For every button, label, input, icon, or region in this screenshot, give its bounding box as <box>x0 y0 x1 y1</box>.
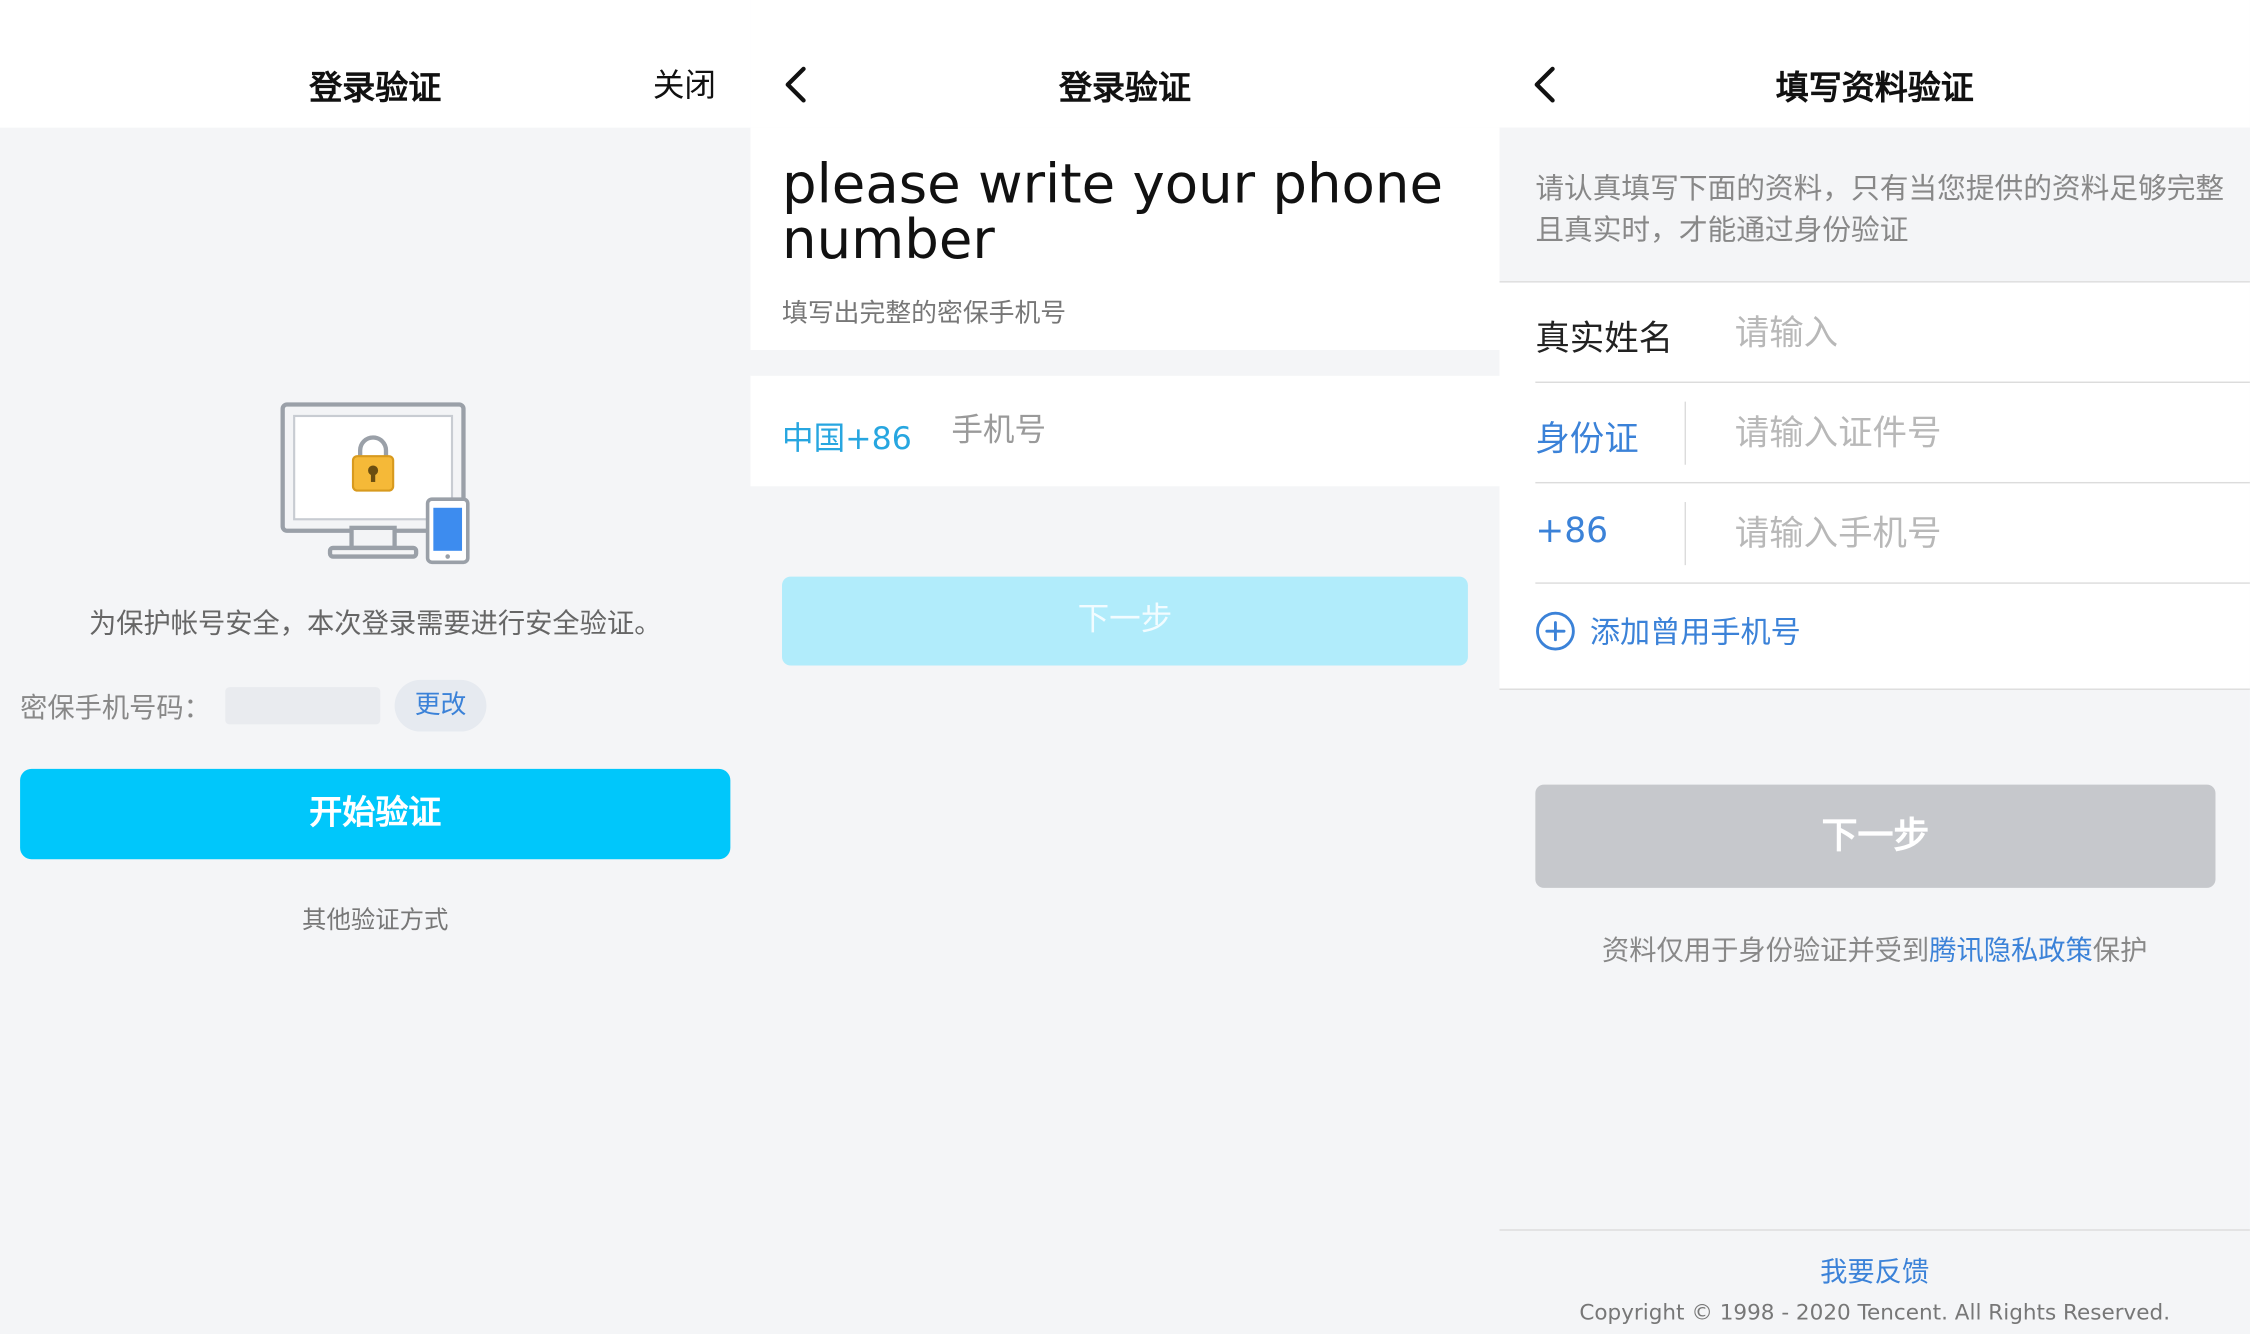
nav-bar: 登录验证 <box>750 0 1500 128</box>
next-step-button[interactable]: 下一步 <box>782 576 1468 666</box>
add-used-phone-button[interactable]: 添加曾用手机号 <box>1535 610 1801 653</box>
page-title: 登录验证 <box>1058 70 1191 108</box>
close-button[interactable]: 关闭 <box>653 60 716 106</box>
instruction-heading: please write your phone number <box>782 152 1444 272</box>
real-name-row: 真实姓名 <box>1535 283 2250 383</box>
phone-entry-screen: 登录验证 please write your phone number 填写出完… <box>750 0 1500 1334</box>
phone-row: +86 <box>1535 483 2250 584</box>
country-code-selector[interactable]: +86 <box>1535 511 1608 551</box>
privacy-suffix: 保护 <box>2092 935 2148 967</box>
phone-number-input[interactable] <box>1734 509 2209 558</box>
add-used-phone-label: 添加曾用手机号 <box>1589 615 1801 650</box>
id-number-row: 身份证 <box>1535 383 2250 484</box>
instruction-block: please write your phone number 填写出完整的密保手… <box>750 127 1500 350</box>
notice-text: 请认真填写下面的资料，只有当您提供的资料足够完整且真实时，才能通过身份验证 <box>1535 170 2225 247</box>
computer-lock-illustration <box>280 402 470 565</box>
page-title: 填写资料验证 <box>1775 70 1974 108</box>
next-step-button[interactable]: 下一步 <box>1535 784 2216 888</box>
divider <box>1684 502 1687 566</box>
phone-icon <box>425 497 470 565</box>
real-name-input[interactable] <box>1734 308 2209 358</box>
identity-form: 真实姓名 身份证 +86 添加曾用手机号 <box>1499 282 2250 690</box>
country-code-selector[interactable]: 中国+86 <box>782 413 912 459</box>
nav-bar: 登录验证 关闭 <box>0 0 751 128</box>
security-message: 为保护帐号安全，本次登录需要进行安全验证。 <box>88 608 662 640</box>
change-phone-button[interactable]: 更改 <box>394 679 487 732</box>
feedback-link[interactable]: 我要反馈 <box>1499 1251 2249 1290</box>
id-type-selector[interactable]: 身份证 <box>1535 410 1638 460</box>
privacy-notice: 资料仅用于身份验证并受到腾讯隐私政策保护 <box>1499 929 2249 968</box>
identity-info-screen: 填写资料验证 请认真填写下面的资料，只有当您提供的资料足够完整且真实时，才能通过… <box>1499 0 2250 1334</box>
masked-phone-number <box>225 687 381 725</box>
privacy-prefix: 资料仅用于身份验证并受到 <box>1602 935 1930 967</box>
page-title: 登录验证 <box>309 70 442 108</box>
real-name-label: 真实姓名 <box>1535 318 1674 359</box>
login-verify-screen: 登录验证 关闭 为保护帐号安全，本次登录需要进行安全验证。 密保手机号码： 更改 <box>0 0 751 1334</box>
id-number-input[interactable] <box>1734 408 2209 458</box>
other-verify-methods-link[interactable]: 其他验证方式 <box>0 899 750 936</box>
copyright-text: Copyright © 1998 - 2020 Tencent. All Rig… <box>1579 1299 2171 1326</box>
phone-label: 密保手机号码： <box>20 692 211 724</box>
instruction-subheading: 填写出完整的密保手机号 <box>782 298 1067 329</box>
footer: 我要反馈 Copyright © 1998 - 2020 Tencent. Al… <box>1499 1229 2250 1334</box>
start-verify-button[interactable]: 开始验证 <box>20 768 731 860</box>
plus-circle-icon <box>1536 611 1575 651</box>
bound-phone-row: 密保手机号码： 更改 <box>20 679 487 732</box>
notice-block: 请认真填写下面的资料，只有当您提供的资料足够完整且真实时，才能通过身份验证 <box>1499 127 2250 283</box>
phone-input-row: 中国+86 <box>750 375 1500 487</box>
screenshot-collage: 登录验证 关闭 为保护帐号安全，本次登录需要进行安全验证。 密保手机号码： 更改 <box>0 0 2250 1334</box>
privacy-policy-link[interactable]: 腾讯隐私政策 <box>1929 935 2093 967</box>
phone-number-input[interactable] <box>951 408 1382 452</box>
nav-bar: 填写资料验证 <box>1499 0 2250 128</box>
divider <box>1684 401 1687 465</box>
